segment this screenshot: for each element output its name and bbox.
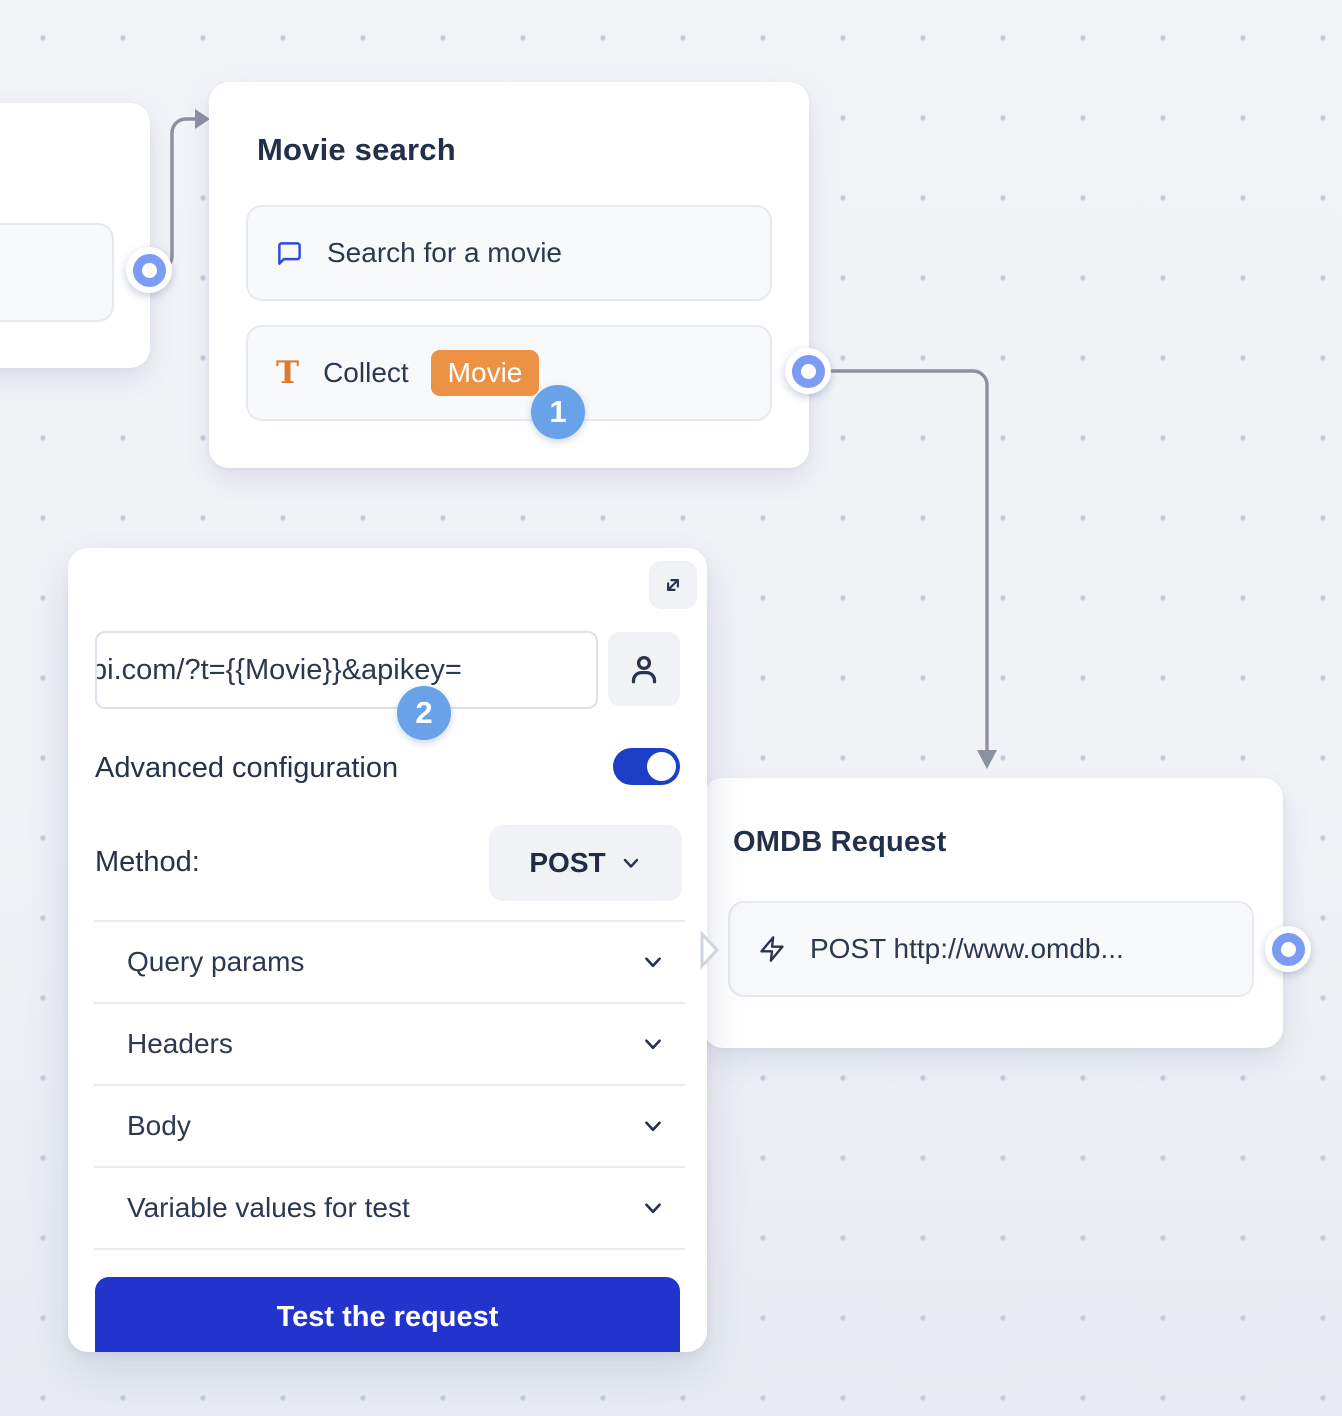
input-notch-icon xyxy=(698,930,724,970)
node-item-collect[interactable]: T Collect Movie xyxy=(246,325,772,421)
webhook-config-panel[interactable]: pi.com/?t={{Movie}}&apikey= Advanced con… xyxy=(68,548,707,1352)
arrowhead-right-icon xyxy=(195,109,210,129)
chevron-down-icon xyxy=(641,1196,665,1220)
person-button[interactable] xyxy=(608,632,680,706)
section-label: Query params xyxy=(127,946,304,978)
lightning-icon xyxy=(758,935,786,963)
section-label: Variable values for test xyxy=(127,1192,410,1224)
edge-movie-search-to-omdb xyxy=(826,371,987,750)
port-ring-icon xyxy=(1272,933,1305,966)
person-icon xyxy=(626,651,662,687)
output-port-movie-search[interactable] xyxy=(785,348,831,394)
node-movie-search[interactable]: Movie search Search for a movie T Collec… xyxy=(209,82,809,468)
section-query-params[interactable]: Query params xyxy=(94,922,685,1002)
section-body[interactable]: Body xyxy=(94,1086,685,1166)
url-input[interactable]: pi.com/?t={{Movie}}&apikey= xyxy=(95,631,598,709)
chevron-down-icon xyxy=(641,1032,665,1056)
node-item-label: Collect xyxy=(323,357,409,389)
expand-button[interactable] xyxy=(649,561,697,609)
advanced-configuration-toggle[interactable] xyxy=(613,748,680,785)
node-title: OMDB Request xyxy=(733,826,946,859)
node-item-question[interactable]: Search for a movie xyxy=(246,205,772,301)
url-input-value: pi.com/?t={{Movie}}&apikey= xyxy=(95,654,462,687)
chevron-down-icon xyxy=(641,950,665,974)
chat-bubble-icon xyxy=(276,240,303,267)
edge-left-to-movie-search xyxy=(150,119,195,270)
node-item-webhook[interactable]: POST http://www.omdb... xyxy=(728,901,1254,997)
method-value: POST xyxy=(529,847,605,879)
port-ring-icon xyxy=(792,355,825,388)
partial-node-item[interactable] xyxy=(0,223,114,322)
chevron-down-icon xyxy=(641,1114,665,1138)
step-badge-2: 2 xyxy=(397,686,451,740)
chevron-down-icon xyxy=(620,852,642,874)
step-badge-1: 1 xyxy=(531,385,585,439)
arrowhead-down-icon xyxy=(977,750,997,769)
advanced-configuration-label: Advanced configuration xyxy=(95,752,398,785)
toggle-knob xyxy=(647,752,676,781)
output-port-omdb[interactable] xyxy=(1265,926,1311,972)
port-ring-icon xyxy=(133,254,166,287)
section-variable-values[interactable]: Variable values for test xyxy=(94,1168,685,1248)
variable-chip-movie[interactable]: Movie xyxy=(431,350,540,396)
expand-icon xyxy=(660,572,686,598)
node-omdb-request[interactable]: OMDB Request POST http://www.omdb... xyxy=(703,778,1283,1048)
node-item-label: POST http://www.omdb... xyxy=(810,933,1124,965)
section-headers[interactable]: Headers xyxy=(94,1004,685,1084)
divider xyxy=(94,1248,685,1250)
output-port[interactable] xyxy=(126,247,172,293)
flow-canvas[interactable]: Movie search Search for a movie T Collec… xyxy=(0,0,1342,1416)
text-variable-icon: T xyxy=(276,358,299,389)
node-title: Movie search xyxy=(257,132,456,168)
method-select[interactable]: POST xyxy=(489,825,682,901)
method-label: Method: xyxy=(95,846,200,879)
section-label: Headers xyxy=(127,1028,233,1060)
node-item-label: Search for a movie xyxy=(327,237,562,269)
test-request-button[interactable]: Test the request xyxy=(95,1277,680,1352)
section-label: Body xyxy=(127,1110,191,1142)
partial-node-card[interactable] xyxy=(0,103,150,368)
